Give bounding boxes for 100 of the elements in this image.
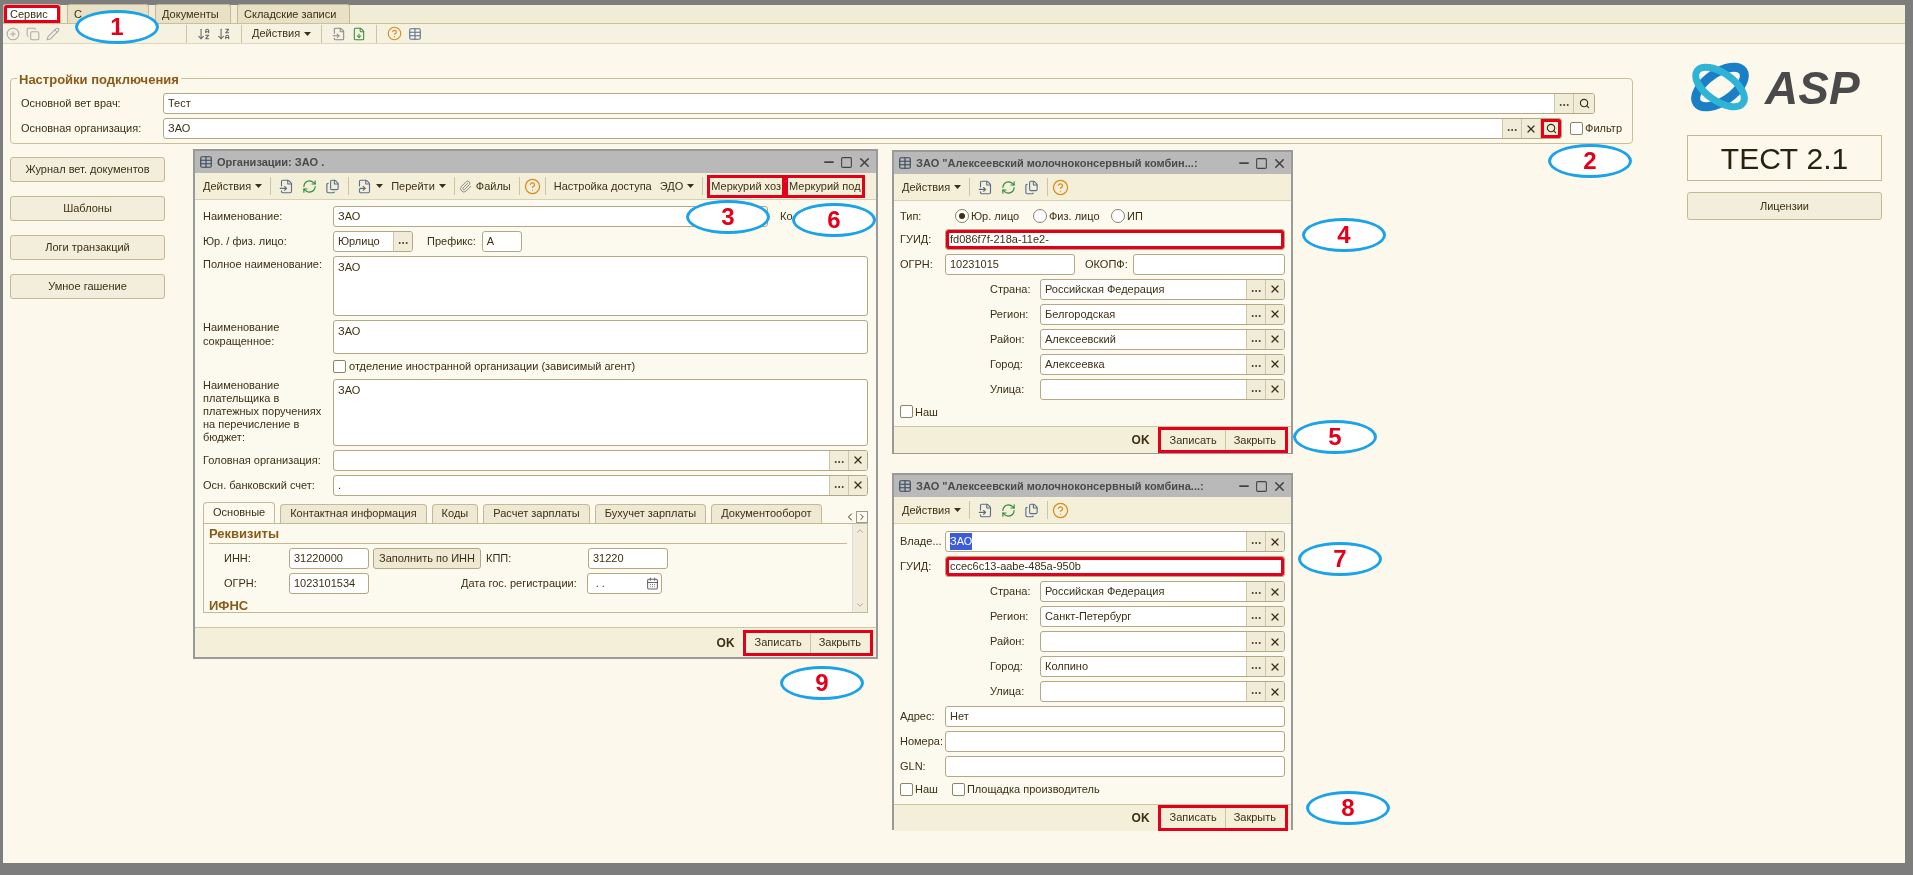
sort-descending-icon[interactable] xyxy=(217,26,231,41)
pencil-icon[interactable] xyxy=(46,26,60,41)
fill-by-inn-button[interactable]: Заполнить по ИНН xyxy=(373,548,481,569)
ok-button[interactable]: OK xyxy=(1127,431,1154,449)
clear-button[interactable] xyxy=(1265,582,1284,601)
toolbar-button[interactable]: Меркурий хоз xyxy=(707,174,785,198)
reference-field[interactable] xyxy=(1040,681,1285,702)
menu-button[interactable]: Действия xyxy=(199,174,267,198)
head-organization-field[interactable] xyxy=(333,449,868,471)
bank-account-field[interactable]: . xyxy=(333,474,868,496)
save-button[interactable]: Записать xyxy=(746,632,811,653)
close-button[interactable]: Закрыть xyxy=(810,632,869,653)
clear-button[interactable] xyxy=(848,450,867,470)
menu-button[interactable]: Действия xyxy=(898,178,966,196)
text-field[interactable] xyxy=(1132,253,1285,275)
toolbar-button[interactable]: Настройка доступа xyxy=(549,174,656,198)
tab[interactable]: Коды xyxy=(431,503,479,523)
reference-field[interactable]: Санкт-Петербург xyxy=(1040,606,1285,627)
search-button[interactable] xyxy=(1540,119,1562,138)
clear-button[interactable] xyxy=(1265,354,1284,374)
ogrn-field[interactable]: 1023101534 xyxy=(289,573,369,594)
radio-button[interactable] xyxy=(955,209,969,224)
files-button[interactable]: Файлы xyxy=(471,174,515,198)
radio-button[interactable] xyxy=(1111,209,1125,224)
save-button[interactable]: Записать xyxy=(1161,430,1226,450)
payer-name-field[interactable]: ЗАО xyxy=(333,378,868,446)
copy-icon[interactable] xyxy=(325,178,341,194)
clear-button[interactable] xyxy=(1265,304,1284,324)
text-field[interactable]: fd086f7f-218a-11e2- xyxy=(945,228,1285,250)
tab[interactable]: Расчет зарплаты xyxy=(483,503,590,523)
prefix-field[interactable]: А xyxy=(481,231,522,252)
licenses-button[interactable]: Лицензии xyxy=(1687,192,1882,220)
inn-field[interactable]: 31220000 xyxy=(289,548,369,569)
clear-button[interactable] xyxy=(848,475,867,495)
date-field[interactable]: . . xyxy=(586,573,662,594)
scroll-right-button[interactable] xyxy=(856,510,868,523)
save-button[interactable]: Записать xyxy=(1161,807,1226,828)
clear-button[interactable] xyxy=(1265,279,1284,299)
copy-icon[interactable] xyxy=(1024,179,1040,195)
document-download-icon[interactable] xyxy=(352,26,367,41)
clear-button[interactable] xyxy=(1265,379,1284,399)
actions-menu[interactable]: Действия xyxy=(252,25,312,42)
refresh-icon[interactable] xyxy=(302,178,318,194)
reference-field[interactable]: Алексеевский xyxy=(1040,328,1285,350)
clear-button[interactable] xyxy=(1265,632,1284,651)
paperclip-icon[interactable] xyxy=(458,179,472,193)
clear-button[interactable] xyxy=(1265,532,1284,551)
toolbar-button[interactable]: Меркурий под xyxy=(785,174,865,198)
help-icon[interactable] xyxy=(1052,178,1070,196)
menu-button[interactable]: ЭДО xyxy=(655,174,699,198)
table-settings-icon[interactable] xyxy=(408,26,423,41)
document-arrow-icon[interactable] xyxy=(978,179,994,195)
close-button[interactable]: Закрыть xyxy=(1225,430,1284,450)
menu-button[interactable]: Действия xyxy=(898,501,966,519)
reference-field[interactable]: Колпино xyxy=(1040,656,1285,677)
tab[interactable]: Контактная информация xyxy=(280,503,427,523)
document-link-icon[interactable] xyxy=(357,178,373,194)
radio-button[interactable] xyxy=(1033,209,1047,224)
checkbox[interactable] xyxy=(900,782,913,796)
reference-field[interactable]: Алексеевка xyxy=(1040,353,1285,375)
checkbox[interactable] xyxy=(900,405,913,419)
clear-button[interactable] xyxy=(1265,607,1284,626)
side-button[interactable]: Логи транзакций xyxy=(10,235,165,260)
tab[interactable]: Бухучет зарплаты xyxy=(594,503,707,523)
close-button[interactable]: Закрыть xyxy=(1225,807,1284,828)
organization-field[interactable]: ЗАО xyxy=(163,118,1563,139)
text-field[interactable] xyxy=(945,731,1285,752)
side-button[interactable]: Шаблоны xyxy=(10,196,165,221)
reference-field[interactable] xyxy=(1040,631,1285,652)
checkbox[interactable] xyxy=(333,359,346,373)
section-tab[interactable]: Документы xyxy=(155,4,231,23)
tab[interactable]: Документооборот xyxy=(711,503,822,523)
clear-button[interactable] xyxy=(1521,119,1541,138)
ok-button[interactable]: OK xyxy=(712,633,739,652)
text-field[interactable]: Нет xyxy=(945,706,1285,727)
maximize-button[interactable] xyxy=(840,155,853,169)
help-icon[interactable] xyxy=(387,26,403,41)
full-name-field[interactable]: ЗАО xyxy=(333,256,868,316)
reference-field[interactable] xyxy=(1040,378,1285,400)
document-arrow-icon[interactable] xyxy=(332,26,347,41)
type-field[interactable]: Юрлицо xyxy=(333,231,413,252)
side-button[interactable]: Умное гашение xyxy=(10,274,165,299)
reference-field[interactable]: Российская Федерация xyxy=(1040,278,1285,300)
copy-icon[interactable] xyxy=(1024,502,1040,518)
section-tab[interactable]: Складские записи xyxy=(237,4,350,23)
help-icon[interactable] xyxy=(1052,501,1070,519)
help-icon[interactable] xyxy=(523,177,541,195)
section-tab[interactable]: Сервис xyxy=(3,4,61,23)
add-icon[interactable] xyxy=(6,26,20,41)
checkbox[interactable] xyxy=(1570,122,1584,135)
checkbox[interactable] xyxy=(951,782,965,796)
document-arrow-icon[interactable] xyxy=(279,178,295,194)
tab[interactable]: Основные xyxy=(203,501,276,523)
search-button[interactable] xyxy=(1573,94,1594,113)
refresh-icon[interactable] xyxy=(1001,502,1017,518)
document-arrow-icon[interactable] xyxy=(978,502,994,518)
maximize-button[interactable] xyxy=(1255,479,1268,493)
maximize-button[interactable] xyxy=(1255,156,1268,170)
kpp-field[interactable]: 31220 xyxy=(588,548,668,569)
vet-doctor-field[interactable]: Тест xyxy=(163,93,1595,114)
